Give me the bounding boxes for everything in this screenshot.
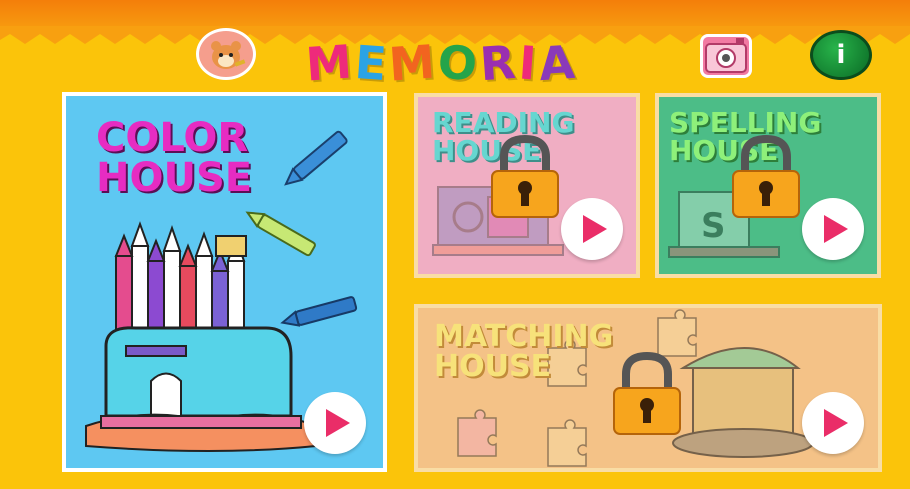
reading-house-card[interactable]: READING HOUSE	[414, 93, 640, 278]
title-letter: A	[536, 34, 578, 92]
profile-button[interactable]	[196, 28, 256, 80]
hamster-icon	[211, 41, 246, 69]
matching-house-play-button[interactable]	[802, 392, 864, 454]
app-title: MEMORIA	[304, 34, 578, 92]
title-letter: E	[352, 34, 390, 92]
color-house-play-button[interactable]	[304, 392, 366, 454]
spelling-house-play-button[interactable]	[802, 198, 864, 260]
info-button[interactable]: i	[810, 30, 872, 80]
matching-house-line2: HOUSE	[434, 349, 552, 384]
info-label: i	[836, 40, 846, 70]
title-letter: M	[304, 34, 355, 92]
title-letter: O	[436, 34, 480, 92]
spelling-house-card[interactable]: S SPELLING HOUSE	[655, 93, 881, 278]
svg-text:S: S	[701, 206, 726, 246]
color-house-card[interactable]: COLOR HOUSE	[62, 92, 387, 472]
title-letter: I	[516, 35, 539, 91]
matching-house-line1: MATCHING	[434, 319, 614, 354]
title-letter: R	[478, 34, 519, 92]
camera-button[interactable]	[700, 34, 752, 78]
title-letter: M	[387, 34, 438, 92]
lock-icon	[491, 134, 559, 218]
camera-icon	[705, 38, 747, 73]
lock-icon	[732, 134, 800, 218]
matching-house-title: MATCHING HOUSE	[434, 322, 613, 382]
lock-icon	[613, 351, 681, 435]
matching-house-card[interactable]: MATCHING HOUSE	[414, 304, 882, 472]
reading-house-play-button[interactable]	[561, 198, 623, 260]
